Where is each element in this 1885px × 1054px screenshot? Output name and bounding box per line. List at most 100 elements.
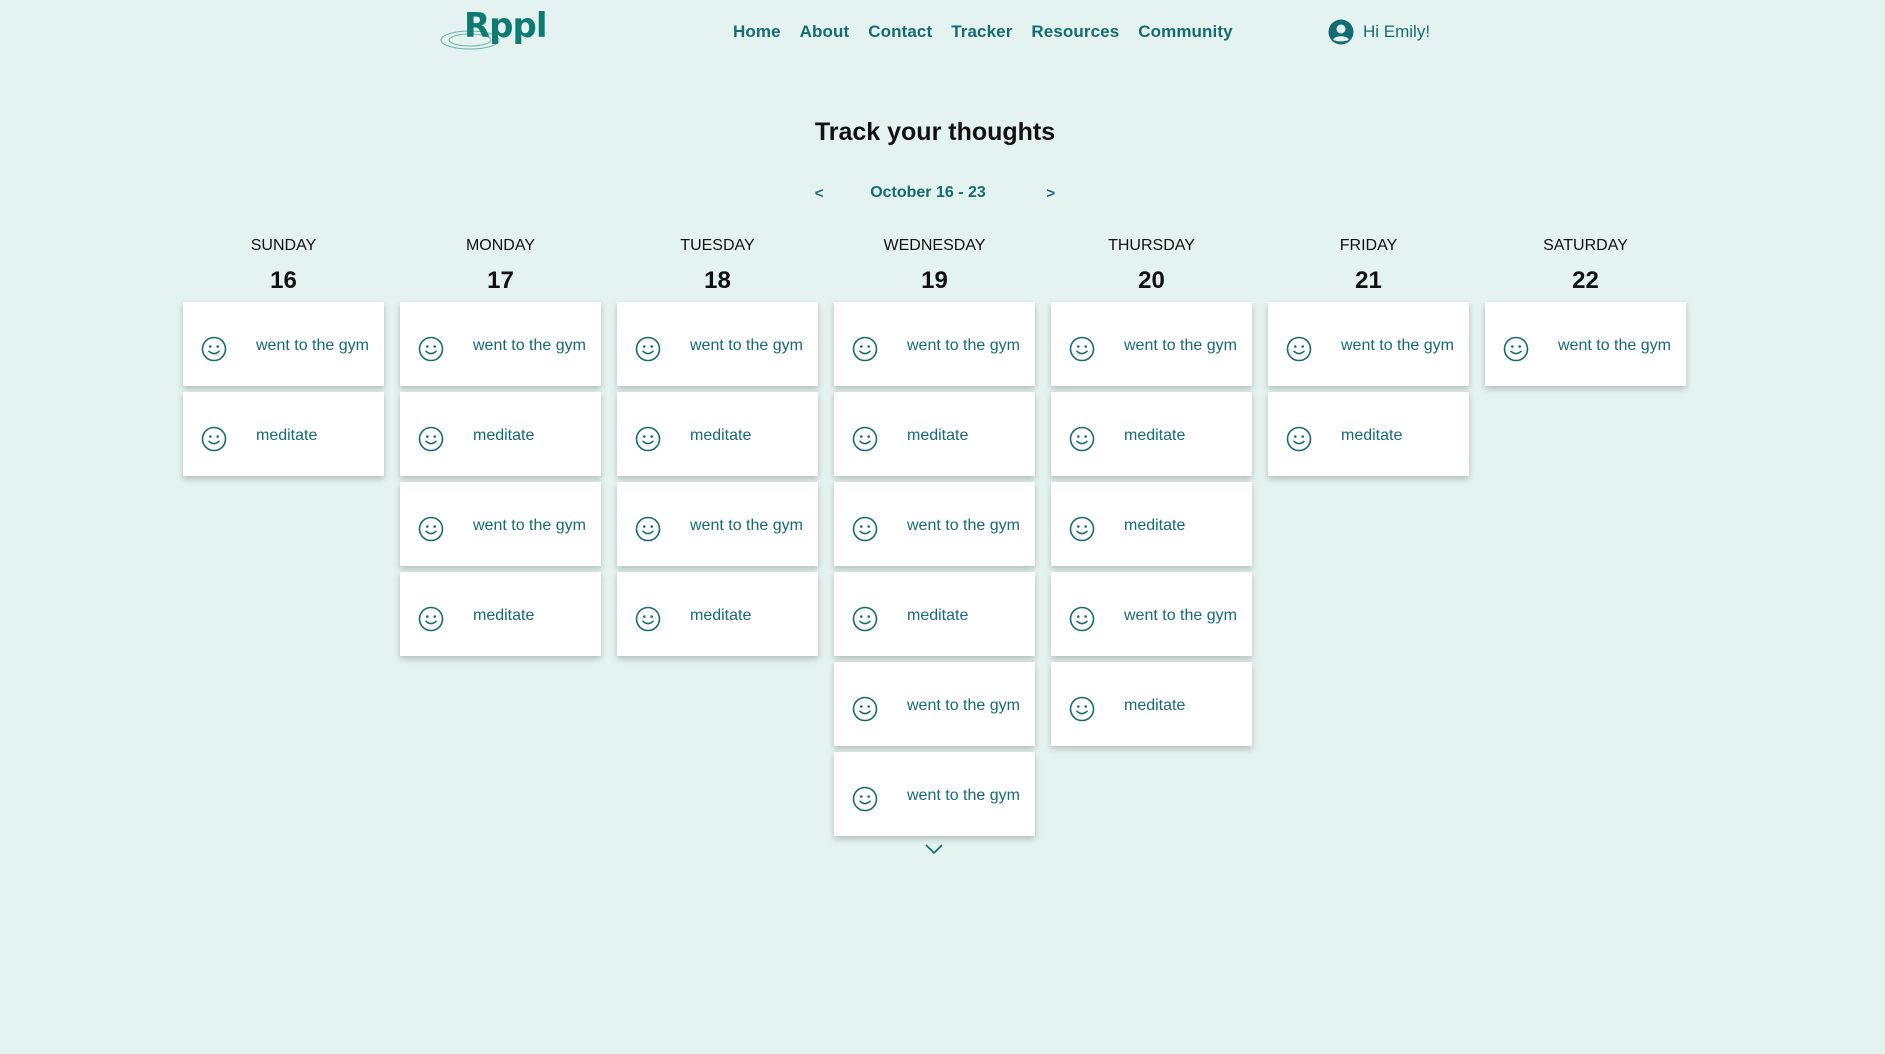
smiley-face-icon (635, 336, 661, 362)
day-column-saturday: SATURDAY 22 went to the gym (1485, 236, 1686, 836)
logo[interactable]: Rppl (440, 6, 550, 50)
entry-card[interactable]: went to the gym (1268, 302, 1469, 386)
smiley-face-icon (1503, 336, 1529, 362)
day-name: FRIDAY (1339, 237, 1398, 254)
entry-card[interactable]: meditate (617, 572, 818, 656)
day-date: 22 (1572, 267, 1599, 294)
entry-card[interactable]: went to the gym (183, 302, 384, 386)
smiley-face-icon (1069, 336, 1095, 362)
smiley-face-icon (201, 336, 227, 362)
smiley-face-icon (1286, 426, 1312, 452)
day-column-wednesday: WEDNESDAY 19 went to the gym meditate went t… (834, 236, 1035, 836)
user-greeting: Hi Emily! (1363, 22, 1431, 41)
day-column-sunday: SUNDAY 16 went to the gym meditate (183, 236, 384, 836)
entry-card[interactable]: meditate (1051, 392, 1252, 476)
nav-contact[interactable]: Contact (868, 22, 932, 42)
entry-text: meditate (473, 607, 535, 624)
day-date: 16 (270, 267, 297, 294)
entry-card[interactable]: meditate (400, 572, 601, 656)
entry-text: went to the gym (1124, 337, 1237, 354)
week-navigator: < October 16 - 23 > (0, 184, 1870, 202)
entry-card[interactable]: meditate (834, 572, 1035, 656)
smiley-face-icon (852, 516, 878, 542)
chevron-down-icon (925, 844, 943, 855)
entry-list: went to the gym meditate (1268, 302, 1469, 476)
entry-text: went to the gym (1341, 337, 1454, 354)
logo-text: Rppl (464, 6, 548, 46)
entry-list: went to the gym meditate went to the gym me… (617, 302, 818, 656)
entry-text: went to the gym (907, 787, 1020, 804)
next-week-button[interactable]: > (1036, 185, 1066, 202)
smiley-face-icon (852, 336, 878, 362)
entry-list: went to the gym meditate went to the gym me… (834, 302, 1035, 836)
smiley-face-icon (418, 516, 444, 542)
header: Rppl Home About Contact Tracker Resource… (0, 0, 1885, 70)
day-name: WEDNESDAY (883, 237, 986, 254)
entry-card[interactable]: meditate (1051, 662, 1252, 746)
entry-text: went to the gym (907, 337, 1020, 354)
tracker-page: Rppl Home About Contact Tracker Resource… (0, 0, 1885, 1054)
smiley-face-icon (1069, 516, 1095, 542)
entry-card[interactable]: went to the gym (834, 752, 1035, 836)
entry-card[interactable]: meditate (400, 392, 601, 476)
entry-list: went to the gym meditate meditate went to t… (1051, 302, 1252, 746)
entry-list: went to the gym meditate (183, 302, 384, 476)
smiley-face-icon (418, 606, 444, 632)
smiley-face-icon (1069, 696, 1095, 722)
prev-week-button[interactable]: < (804, 185, 834, 202)
day-date: 18 (704, 267, 731, 294)
entry-text: meditate (690, 607, 752, 624)
entry-list: went to the gym (1485, 302, 1686, 386)
entry-card[interactable]: went to the gym (1485, 302, 1686, 386)
entry-card[interactable]: went to the gym (834, 662, 1035, 746)
week-range: October 16 - 23 (870, 184, 986, 201)
entry-text: meditate (256, 427, 318, 444)
entry-text: went to the gym (256, 337, 369, 354)
smiley-face-icon (418, 426, 444, 452)
main-nav: Home About Contact Tracker Resources Com… (733, 22, 1233, 42)
day-name: SATURDAY (1543, 237, 1628, 254)
entry-text: went to the gym (690, 517, 803, 534)
entry-card[interactable]: went to the gym (834, 482, 1035, 566)
smiley-face-icon (852, 786, 878, 812)
entry-text: meditate (690, 427, 752, 444)
nav-tracker[interactable]: Tracker (951, 22, 1012, 42)
smiley-face-icon (1069, 426, 1095, 452)
entry-card[interactable]: went to the gym (400, 482, 601, 566)
entry-card[interactable]: meditate (1268, 392, 1469, 476)
entry-card[interactable]: went to the gym (617, 482, 818, 566)
day-date: 20 (1138, 267, 1165, 294)
user-menu[interactable]: Hi Emily! (1328, 19, 1430, 45)
nav-community[interactable]: Community (1138, 22, 1232, 42)
entry-card[interactable]: went to the gym (617, 302, 818, 386)
entry-card[interactable]: went to the gym (1051, 302, 1252, 386)
entry-text: went to the gym (690, 337, 803, 354)
entry-text: went to the gym (907, 697, 1020, 714)
nav-about[interactable]: About (800, 22, 850, 42)
entry-card[interactable]: meditate (183, 392, 384, 476)
nav-resources[interactable]: Resources (1031, 22, 1119, 42)
smiley-face-icon (852, 696, 878, 722)
day-name: MONDAY (465, 237, 536, 254)
nav-home[interactable]: Home (733, 22, 781, 42)
day-date: 17 (487, 267, 514, 294)
entry-card[interactable]: went to the gym (1051, 572, 1252, 656)
expand-button[interactable] (924, 840, 944, 859)
entry-card[interactable]: meditate (617, 392, 818, 476)
smiley-face-icon (852, 426, 878, 452)
entry-card[interactable]: meditate (1051, 482, 1252, 566)
entry-list: went to the gym meditate went to the gym me… (400, 302, 601, 656)
smiley-face-icon (1069, 606, 1095, 632)
entry-card[interactable]: went to the gym (400, 302, 601, 386)
smiley-face-icon (852, 606, 878, 632)
entry-card[interactable]: meditate (834, 392, 1035, 476)
entry-card[interactable]: went to the gym (834, 302, 1035, 386)
day-column-tuesday: TUESDAY 18 went to the gym meditate went to … (617, 236, 818, 836)
day-name: TUESDAY (680, 237, 755, 254)
day-column-friday: FRIDAY 21 went to the gym meditate (1268, 236, 1469, 836)
smiley-face-icon (635, 606, 661, 632)
entry-text: meditate (1341, 427, 1403, 444)
entry-text: went to the gym (1124, 607, 1237, 624)
day-name: SUNDAY (250, 237, 317, 254)
entry-text: meditate (907, 607, 969, 624)
